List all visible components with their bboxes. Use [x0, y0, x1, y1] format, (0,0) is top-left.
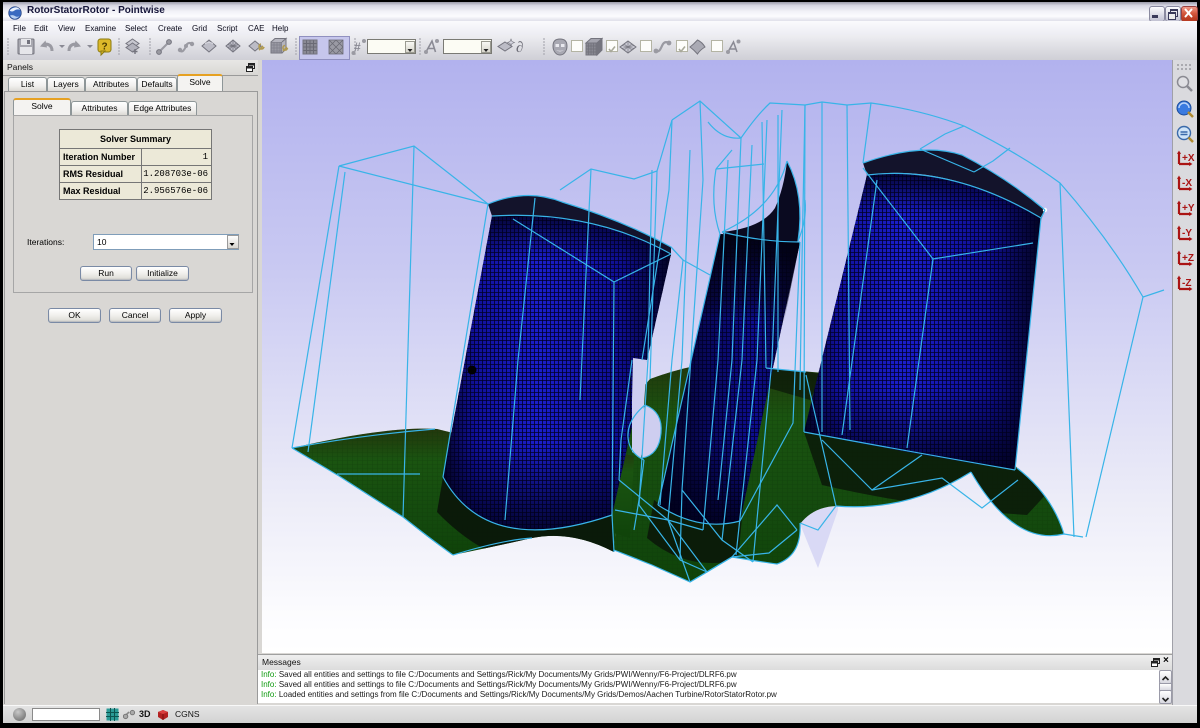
svg-text:∂: ∂ — [516, 40, 523, 56]
svg-text:-Z: -Z — [1182, 278, 1191, 289]
svg-text:-X: -X — [1182, 178, 1192, 189]
svg-text:+X: +X — [1182, 153, 1195, 164]
svg-text:-Y: -Y — [1182, 228, 1192, 239]
svg-text:+Y: +Y — [1182, 203, 1195, 214]
svg-text:+Z: +Z — [1182, 253, 1194, 264]
svg-text:?: ? — [101, 42, 107, 53]
